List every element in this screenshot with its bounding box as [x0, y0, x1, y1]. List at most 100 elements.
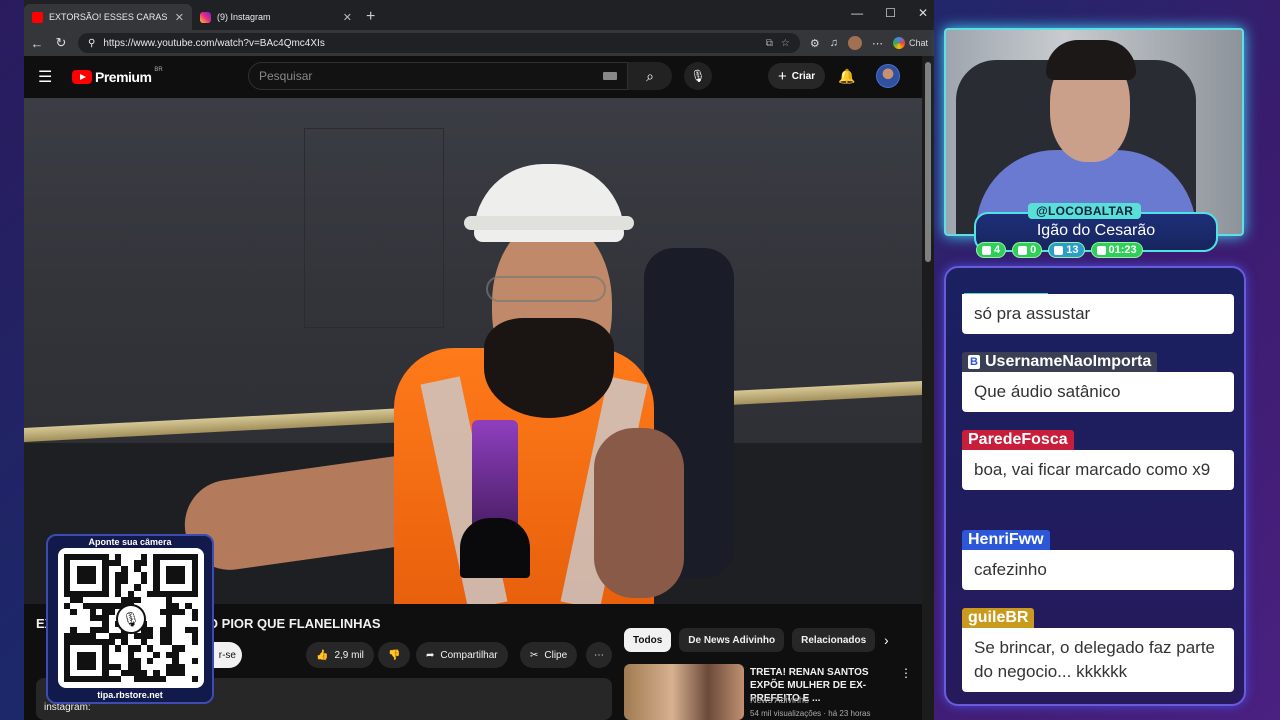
chat-text: boa, vai ficar marcado como x9: [962, 450, 1234, 490]
chat-message: B UsernameNaoImporta Que áudio satânico: [962, 352, 1234, 412]
reload-icon[interactable]: ↻: [54, 35, 68, 51]
qr-overlay: Aponte sua câmera 🎙 tipa.rbstore.net: [46, 534, 214, 704]
menu-icon[interactable]: ☰: [38, 67, 60, 87]
video-player[interactable]: [24, 98, 922, 604]
back-icon[interactable]: ←: [30, 36, 44, 51]
search-icon: ⌕: [646, 67, 654, 84]
instagram-icon: [200, 11, 211, 23]
address-bar[interactable]: ⚲ https://www.youtube.com/watch?v=BAc4Qm…: [78, 33, 800, 53]
more-actions-button[interactable]: ⋯: [586, 642, 612, 668]
chat-username: HenriFww: [962, 530, 1050, 550]
account-avatar[interactable]: [876, 64, 900, 88]
extension-icon[interactable]: ⚙: [810, 37, 820, 50]
plus-icon: +: [778, 67, 787, 85]
like-button[interactable]: 👍 2,9 mil: [306, 642, 374, 668]
create-label: Criar: [791, 70, 816, 82]
thumbs-up-icon: 👍: [316, 649, 329, 661]
chat-text: só pra assustar: [962, 294, 1234, 334]
search-button[interactable]: ⌕: [628, 62, 672, 90]
stat-value: 13: [1066, 244, 1079, 256]
site-info-icon[interactable]: ⚲: [88, 38, 95, 49]
tab-instagram[interactable]: (9) Instagram ✕: [192, 4, 360, 30]
stat-youtube: 0: [1012, 242, 1043, 258]
video-scene-beard: [484, 318, 614, 418]
tab-strip: EXTORSÃO! ESSES CARAS TÃO PIO ✕ (9) Inst…: [24, 0, 934, 30]
subscribe-label: r-se: [218, 649, 236, 661]
app-icon[interactable]: ⧉: [766, 38, 773, 49]
create-button[interactable]: + Criar: [768, 63, 826, 89]
chat-message: guileBR Se brincar, o delegado faz parte…: [962, 608, 1234, 692]
maximize-icon[interactable]: ☐: [885, 6, 896, 20]
chip-todos[interactable]: Todos: [624, 628, 672, 652]
share-label: Compartilhar: [440, 649, 498, 661]
chat-text: Se brincar, o delegado faz parte do nego…: [962, 628, 1234, 692]
clock-icon: [1096, 245, 1106, 255]
logo-region: BR: [154, 67, 163, 73]
qr-caption: Aponte sua câmera: [88, 537, 172, 547]
chip-related[interactable]: Relacionados: [792, 628, 876, 652]
video-scene-tattoo-arm: [594, 428, 684, 598]
more-vert-icon[interactable]: ⋮: [900, 666, 912, 680]
streamer-handle: @LOCOBALTAR: [1028, 203, 1142, 219]
close-window-icon[interactable]: ✕: [918, 6, 928, 20]
profile-avatar[interactable]: [847, 36, 862, 50]
close-tab-icon[interactable]: ✕: [175, 11, 184, 24]
chevron-right-icon[interactable]: ›: [884, 632, 889, 648]
chat-username: ParedeFosca: [962, 430, 1074, 450]
chip-channel[interactable]: De News Adivinho: [679, 628, 785, 652]
chat-text: cafezinho: [962, 550, 1234, 590]
scissors-icon: ✂: [530, 649, 539, 661]
recommended-video[interactable]: TRETA! RENAN SANTOS EXPÕE MULHER DE EX-P…: [624, 664, 914, 720]
youtube-logo[interactable]: Premium BR: [72, 67, 163, 85]
close-tab-icon[interactable]: ✕: [343, 11, 352, 24]
qr-module: [191, 675, 198, 682]
chat-username-text: HenriFww: [968, 531, 1044, 548]
webcam-hair: [1046, 40, 1136, 80]
stat-value: 0: [1030, 244, 1037, 256]
stream-stats: 4 0 13 01:23: [976, 242, 1143, 258]
notifications-icon[interactable]: 🔔: [838, 68, 855, 85]
like-count: 2,9 mil: [334, 649, 364, 661]
search-placeholder: Pesquisar: [259, 69, 313, 83]
scrollbar-thumb[interactable]: [925, 62, 931, 262]
keyboard-icon[interactable]: [603, 72, 617, 80]
chat-message: só pra assustar: [962, 294, 1234, 334]
thumbs-down-icon: 👎: [388, 649, 401, 661]
more-icon: ⋯: [594, 649, 604, 661]
clip-button[interactable]: ✂ Clipe: [520, 642, 578, 668]
filter-chips: Todos De News Adivinho Relacionados: [624, 628, 876, 652]
minimize-icon[interactable]: —: [851, 6, 863, 20]
more-menu-icon[interactable]: ⋯: [872, 37, 883, 50]
youtube-icon: [1018, 245, 1028, 255]
video-thumbnail[interactable]: [624, 664, 744, 720]
youtube-header: ☰ Premium BR Pesquisar ⌕ 🎙 + Criar 🔔: [24, 56, 934, 98]
chat-username: guileBR: [962, 608, 1035, 628]
microphone-icon: 🎙: [116, 604, 146, 634]
video-scene-mic-base: [460, 518, 530, 578]
star-icon[interactable]: ☆: [781, 38, 790, 49]
voice-search-button[interactable]: 🎙: [684, 62, 712, 90]
video-scene-microphone: [472, 420, 518, 530]
chat-button[interactable]: Chat: [892, 37, 928, 49]
youtube-icon: [32, 11, 43, 23]
tab-youtube[interactable]: EXTORSÃO! ESSES CARAS TÃO PIO ✕: [24, 4, 192, 30]
tab-title: EXTORSÃO! ESSES CARAS TÃO PIO: [49, 12, 169, 22]
video-scene-glasses: [486, 276, 606, 302]
share-button[interactable]: ➦ Compartilhar: [416, 642, 508, 668]
dislike-button[interactable]: 👎: [378, 642, 411, 668]
media-icon[interactable]: ♫: [830, 37, 838, 49]
video-title-tail: TÃO PIOR QUE FLANELINHAS: [190, 616, 381, 631]
search-input[interactable]: Pesquisar: [248, 62, 628, 90]
chat-message: HenriFww cafezinho: [962, 530, 1234, 590]
video-scene-panel: [304, 128, 444, 328]
chat-panel: só pra assustar B UsernameNaoImporta Que…: [944, 266, 1246, 706]
new-tab-button[interactable]: +: [366, 8, 375, 26]
stat-value: 4: [994, 244, 1001, 256]
youtube-play-icon: [72, 70, 92, 84]
clip-label: Clipe: [544, 649, 568, 661]
copilot-icon: [892, 37, 905, 49]
badge-icon: B: [968, 355, 980, 369]
qr-code: 🎙: [58, 548, 204, 688]
streamer-name: Igão do Cesarão: [1036, 222, 1156, 239]
stat-kick: 13: [1048, 242, 1085, 258]
